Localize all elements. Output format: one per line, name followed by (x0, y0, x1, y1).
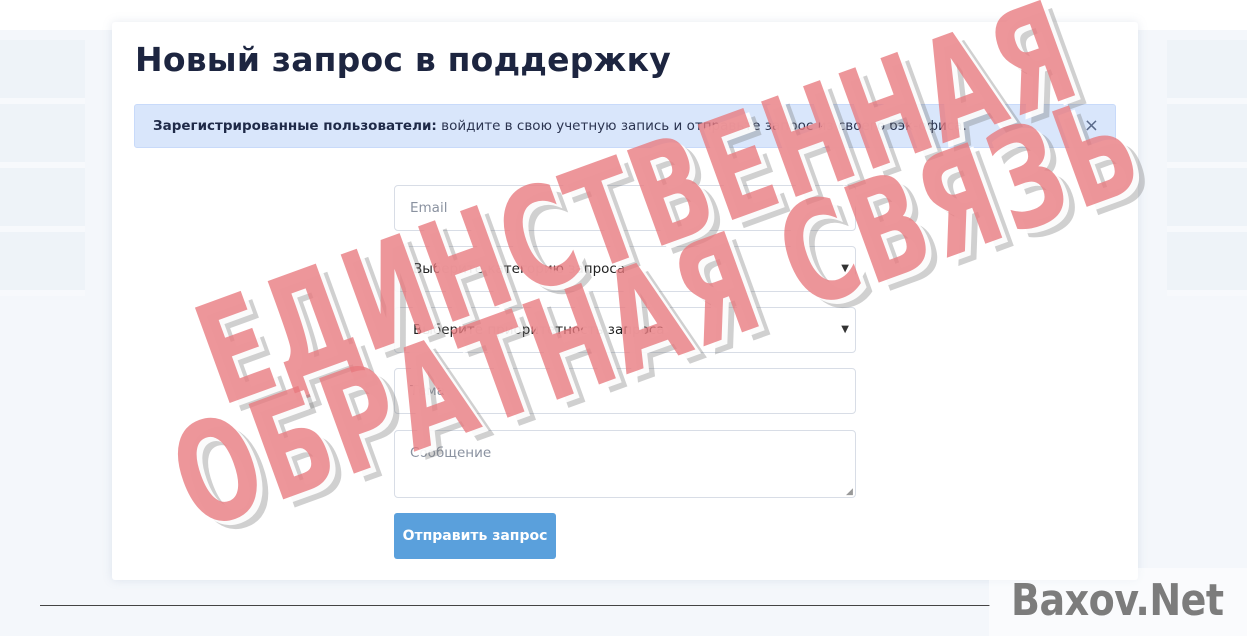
alert-bold-text: Зарегистрированные пользователи: (153, 118, 437, 134)
message-textarea[interactable] (394, 430, 856, 498)
page-title: Новый запрос в поддержку (135, 40, 671, 79)
priority-select-label: Выберите приоритетность запроса (413, 322, 665, 338)
caret-down-icon: ▼ (841, 324, 849, 335)
background-right-panel (1167, 40, 1247, 296)
caret-down-icon: ▼ (841, 263, 849, 274)
submit-button[interactable]: Отправить запрос (394, 513, 556, 559)
alert-text: войдите в свою учетную запись и отправьт… (436, 118, 967, 134)
email-input[interactable] (394, 185, 856, 231)
theme-input[interactable] (394, 368, 856, 414)
category-select[interactable]: Выберите категорию запроса ▼ (394, 246, 856, 292)
resize-handle-icon[interactable]: ◢ (846, 487, 853, 497)
divider-line (40, 605, 990, 606)
watermark-logo: Baxov.Net (989, 568, 1247, 636)
priority-select[interactable]: Выберите приоритетность запроса ▼ (394, 307, 856, 353)
info-alert: Зарегистрированные пользователи: войдите… (134, 104, 1116, 148)
category-select-label: Выберите категорию запроса (413, 261, 626, 277)
background-left-panel (0, 40, 85, 296)
support-request-card: Новый запрос в поддержку Зарегистрирован… (112, 22, 1138, 580)
watermark-text: Baxov.Net (1011, 574, 1224, 626)
close-icon[interactable]: × (1084, 105, 1099, 147)
